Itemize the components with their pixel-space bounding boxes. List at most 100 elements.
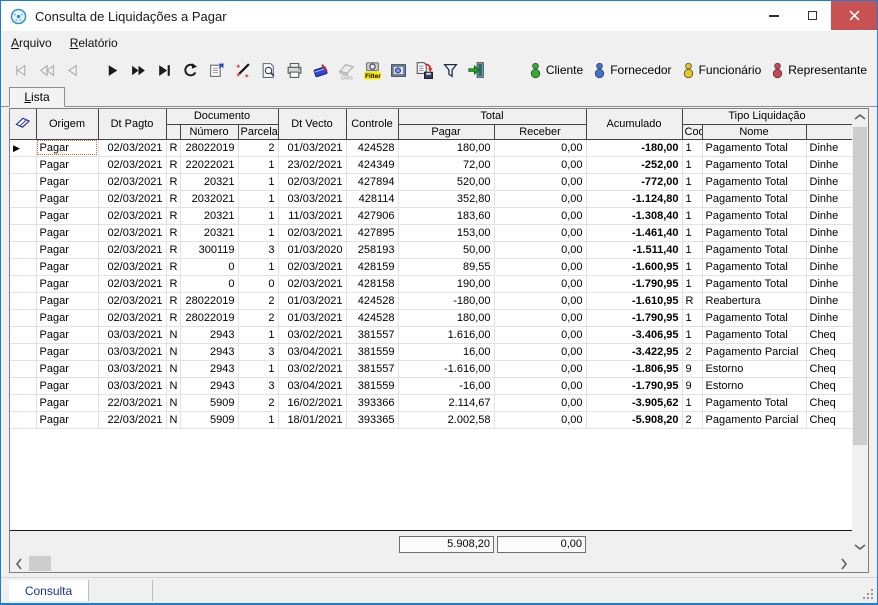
horizontal-scrollbar[interactable] (10, 555, 852, 572)
cell-pagar[interactable]: 1.616,00 (398, 326, 495, 344)
corner-header[interactable] (10, 109, 37, 140)
cell-forma[interactable]: Dinhe (806, 224, 853, 242)
col-header-dt-vecto[interactable]: Dt Vecto (278, 109, 347, 140)
cell-esp[interactable]: R (166, 190, 181, 208)
cell-parcela[interactable]: 1 (238, 360, 279, 378)
cell-esp[interactable]: N (166, 343, 181, 361)
cell-dt_pagto[interactable]: 03/03/2021 (98, 360, 167, 378)
cell-receber[interactable]: 0,00 (494, 326, 587, 344)
cell-nome[interactable]: Pagamento Total (702, 139, 807, 157)
cell-nome[interactable]: Pagamento Total (702, 326, 807, 344)
cell-acumulado[interactable]: -1.610,95 (586, 292, 683, 310)
cell-nome[interactable]: Pagamento Parcial (702, 343, 807, 361)
cell-nome[interactable]: Reabertura (702, 292, 807, 310)
cell-forma[interactable]: Dinhe (806, 292, 853, 310)
cell-cod[interactable]: 1 (682, 139, 703, 157)
funnel-filter-button[interactable] (437, 57, 463, 83)
col-group-tipo-liquidacao[interactable]: Tipo Liquidação (682, 109, 853, 125)
cell-numero[interactable]: 5909 (180, 411, 239, 429)
cell-cod[interactable]: 1 (682, 156, 703, 174)
cell-dt_pagto[interactable]: 03/03/2021 (98, 343, 167, 361)
cell-receber[interactable]: 0,00 (494, 258, 587, 276)
cell-nome[interactable]: Pagamento Total (702, 224, 807, 242)
cell-origem[interactable]: Pagar (36, 309, 99, 327)
cell-forma[interactable]: Cheq (806, 360, 853, 378)
cell-pagar[interactable]: 180,00 (398, 309, 495, 327)
next-page-button[interactable] (125, 57, 151, 83)
cell-pagar[interactable]: 72,00 (398, 156, 495, 174)
cell-dt_vecto[interactable]: 02/03/2021 (278, 173, 347, 191)
cell-dt_vecto[interactable]: 01/03/2020 (278, 241, 347, 259)
cell-pagar[interactable]: 2.114,67 (398, 394, 495, 412)
cell-origem[interactable]: Pagar (36, 207, 99, 225)
cell-dt_vecto[interactable]: 03/02/2021 (278, 360, 347, 378)
cell-numero[interactable]: 20321 (180, 207, 239, 225)
cell-controle[interactable]: 424528 (346, 292, 399, 310)
col-header-numero[interactable]: Número (180, 124, 239, 140)
cell-acumulado[interactable]: -252,00 (586, 156, 683, 174)
cell-parcela[interactable]: 1 (238, 190, 279, 208)
table-row[interactable]: Pagar 02/03/2021 R 20321 1 02/03/2021 427894 52… (10, 173, 853, 191)
cell-numero[interactable]: 28022019 (180, 292, 239, 310)
col-header-dt-pagto[interactable]: Dt Pagto (98, 109, 167, 140)
exit-button[interactable] (463, 57, 489, 83)
cell-esp[interactable]: N (166, 394, 181, 412)
table-row[interactable]: Pagar 22/03/2021 N 5909 1 18/01/2021 393365 2.0… (10, 411, 853, 429)
cell-dt_vecto[interactable]: 01/03/2021 (278, 309, 347, 327)
cell-acumulado[interactable]: -3.406,95 (586, 326, 683, 344)
cell-controle[interactable]: 424528 (346, 139, 399, 157)
cell-dt_vecto[interactable]: 03/04/2021 (278, 377, 347, 395)
cell-controle[interactable]: 381557 (346, 326, 399, 344)
cell-nome[interactable]: Pagamento Total (702, 394, 807, 412)
export-save-button[interactable] (411, 57, 437, 83)
cell-pagar[interactable]: 16,00 (398, 343, 495, 361)
cell-cod[interactable]: 1 (682, 173, 703, 191)
table-row[interactable]: Pagar 02/03/2021 R 22022021 1 23/02/2021 42434… (10, 156, 853, 174)
edit-record-button[interactable] (203, 57, 229, 83)
cell-acumulado[interactable]: -1.806,95 (586, 360, 683, 378)
cell-cod[interactable]: 1 (682, 224, 703, 242)
cell-nome[interactable]: Pagamento Parcial (702, 411, 807, 429)
cell-dt_pagto[interactable]: 02/03/2021 (98, 207, 167, 225)
cell-forma[interactable]: Dinhe (806, 275, 853, 293)
cell-numero[interactable]: 300119 (180, 241, 239, 259)
cell-dt_vecto[interactable]: 03/02/2021 (278, 326, 347, 344)
book-button[interactable] (307, 57, 333, 83)
cell-receber[interactable]: 0,00 (494, 241, 587, 259)
cell-parcela[interactable]: 1 (238, 207, 279, 225)
cell-acumulado[interactable]: -3.905,62 (586, 394, 683, 412)
cell-forma[interactable]: Dinhe (806, 139, 853, 157)
cell-esp[interactable]: N (166, 411, 181, 429)
cell-acumulado[interactable]: -1.790,95 (586, 275, 683, 293)
cell-dt_pagto[interactable]: 22/03/2021 (98, 394, 167, 412)
cell-cod[interactable]: R (682, 292, 703, 310)
cell-cod[interactable]: 1 (682, 309, 703, 327)
cell-receber[interactable]: 0,00 (494, 275, 587, 293)
cell-origem[interactable]: Pagar (36, 377, 99, 395)
cell-dt_vecto[interactable]: 03/03/2021 (278, 190, 347, 208)
cell-pagar[interactable]: -1.616,00 (398, 360, 495, 378)
cell-parcela[interactable]: 0 (238, 275, 279, 293)
cell-controle[interactable]: 427895 (346, 224, 399, 242)
cell-numero[interactable]: 22022021 (180, 156, 239, 174)
cell-controle[interactable]: 427906 (346, 207, 399, 225)
cell-receber[interactable]: 0,00 (494, 394, 587, 412)
cell-pagar[interactable]: 153,00 (398, 224, 495, 242)
cell-acumulado[interactable]: -772,00 (586, 173, 683, 191)
cell-cod[interactable]: 1 (682, 326, 703, 344)
cell-controle[interactable]: 428159 (346, 258, 399, 276)
cell-cod[interactable]: 9 (682, 360, 703, 378)
cell-nome[interactable]: Pagamento Total (702, 275, 807, 293)
cell-origem[interactable]: Pagar (36, 326, 99, 344)
cell-dt_pagto[interactable]: 03/03/2021 (98, 377, 167, 395)
cell-cod[interactable]: 9 (682, 377, 703, 395)
cell-parcela[interactable]: 1 (238, 411, 279, 429)
cell-numero[interactable]: 20321 (180, 224, 239, 242)
cell-controle[interactable]: 381559 (346, 343, 399, 361)
cell-dt_vecto[interactable]: 03/04/2021 (278, 343, 347, 361)
col-header-receber[interactable]: Receber (494, 124, 587, 140)
cell-esp[interactable]: N (166, 326, 181, 344)
cell-esp[interactable]: R (166, 156, 181, 174)
cell-pagar[interactable]: -16,00 (398, 377, 495, 395)
cell-cod[interactable]: 2 (682, 411, 703, 429)
